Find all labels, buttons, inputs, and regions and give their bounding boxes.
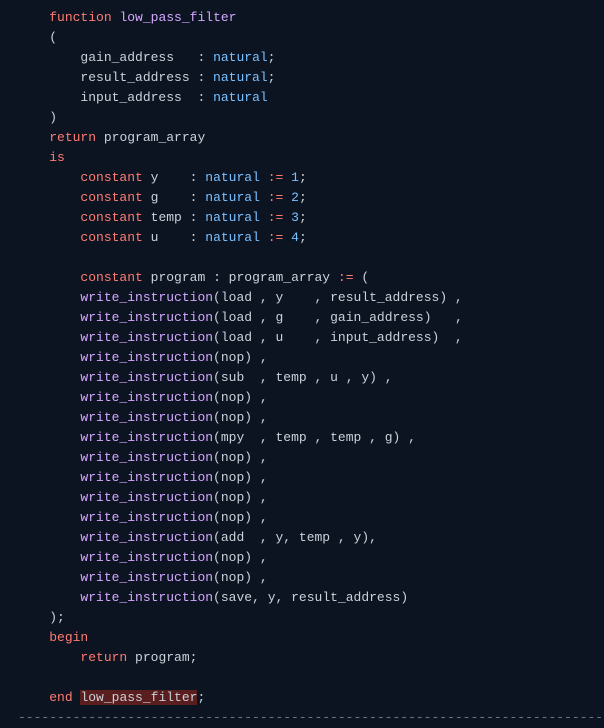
arg-y: y <box>268 590 276 605</box>
op-assign: := <box>338 270 354 285</box>
op-assign: := <box>268 210 284 225</box>
fn-write-instruction: write_instruction <box>80 450 213 465</box>
fn-write-instruction: write_instruction <box>80 570 213 585</box>
num-4: 4 <box>291 230 299 245</box>
arg-nop: nop <box>221 550 244 565</box>
const-temp: temp <box>151 210 182 225</box>
kw-is: is <box>49 150 65 165</box>
arg-nop: nop <box>221 510 244 525</box>
paren-open: ( <box>49 30 57 45</box>
type-natural: natural <box>213 90 268 105</box>
close-paren: ); <box>49 610 65 625</box>
return-value: program <box>135 650 190 665</box>
fn-write-instruction: write_instruction <box>80 430 213 445</box>
arg-temp: temp <box>299 530 330 545</box>
code-block: function low_pass_filter ( gain_address … <box>0 8 604 708</box>
arg-load: load <box>221 310 252 325</box>
kw-constant: constant <box>80 270 142 285</box>
fn-write-instruction: write_instruction <box>80 350 213 365</box>
kw-return: return <box>80 650 127 665</box>
fn-write-instruction: write_instruction <box>80 410 213 425</box>
fn-write-instruction: write_instruction <box>80 550 213 565</box>
fn-write-instruction: write_instruction <box>80 310 213 325</box>
separator-line: ----------------------------------------… <box>0 708 604 728</box>
arg-save: save <box>221 590 252 605</box>
num-3: 3 <box>291 210 299 225</box>
op-assign: := <box>268 190 284 205</box>
num-1: 1 <box>291 170 299 185</box>
arg-ia: input_address <box>330 330 431 345</box>
arg-nop: nop <box>221 470 244 485</box>
kw-return: return <box>49 130 96 145</box>
type-natural: natural <box>205 230 260 245</box>
fn-write-instruction: write_instruction <box>80 470 213 485</box>
arg-add: add <box>221 530 244 545</box>
op-assign: := <box>268 170 284 185</box>
param-gain: gain_address <box>80 50 174 65</box>
arg-temp: temp <box>275 430 306 445</box>
kw-constant: constant <box>80 230 142 245</box>
arg-nop: nop <box>221 390 244 405</box>
arg-ra: result_address <box>291 590 400 605</box>
type-natural: natural <box>205 210 260 225</box>
fn-write-instruction: write_instruction <box>80 490 213 505</box>
fn-write-instruction: write_instruction <box>80 290 213 305</box>
arg-temp: temp <box>275 370 306 385</box>
arg-ra: result_address <box>330 290 439 305</box>
arg-nop: nop <box>221 490 244 505</box>
return-type: program_array <box>104 130 205 145</box>
arg-nop: nop <box>221 570 244 585</box>
function-name: low_pass_filter <box>119 10 236 25</box>
kw-constant: constant <box>80 170 142 185</box>
param-result: result_address <box>80 70 189 85</box>
arg-y: y <box>361 370 369 385</box>
const-program: program <box>151 270 206 285</box>
kw-end: end <box>49 690 72 705</box>
type-natural: natural <box>213 50 268 65</box>
arg-sub: sub <box>221 370 244 385</box>
arg-ga: gain_address <box>330 310 424 325</box>
arg-load: load <box>221 330 252 345</box>
type-natural: natural <box>213 70 268 85</box>
op-assign: := <box>268 230 284 245</box>
fn-write-instruction: write_instruction <box>80 530 213 545</box>
kw-constant: constant <box>80 190 142 205</box>
kw-begin: begin <box>49 630 88 645</box>
paren-close: ) <box>49 110 57 125</box>
kw-constant: constant <box>80 210 142 225</box>
fn-write-instruction: write_instruction <box>80 510 213 525</box>
arg-load: load <box>221 290 252 305</box>
fn-write-instruction: write_instruction <box>80 370 213 385</box>
kw-function: function <box>49 10 111 25</box>
num-2: 2 <box>291 190 299 205</box>
arg-nop: nop <box>221 350 244 365</box>
arg-nop: nop <box>221 450 244 465</box>
arg-temp: temp <box>330 430 361 445</box>
fn-write-instruction: write_instruction <box>80 390 213 405</box>
type-program-array: program_array <box>229 270 330 285</box>
fn-write-instruction: write_instruction <box>80 330 213 345</box>
param-input: input_address <box>80 90 181 105</box>
type-natural: natural <box>205 170 260 185</box>
end-name-highlight: low_pass_filter <box>80 690 197 705</box>
fn-write-instruction: write_instruction <box>80 590 213 605</box>
arg-g: g <box>385 430 393 445</box>
arg-mpy: mpy <box>221 430 244 445</box>
type-natural: natural <box>205 190 260 205</box>
arg-nop: nop <box>221 410 244 425</box>
arg-u: u <box>330 370 338 385</box>
